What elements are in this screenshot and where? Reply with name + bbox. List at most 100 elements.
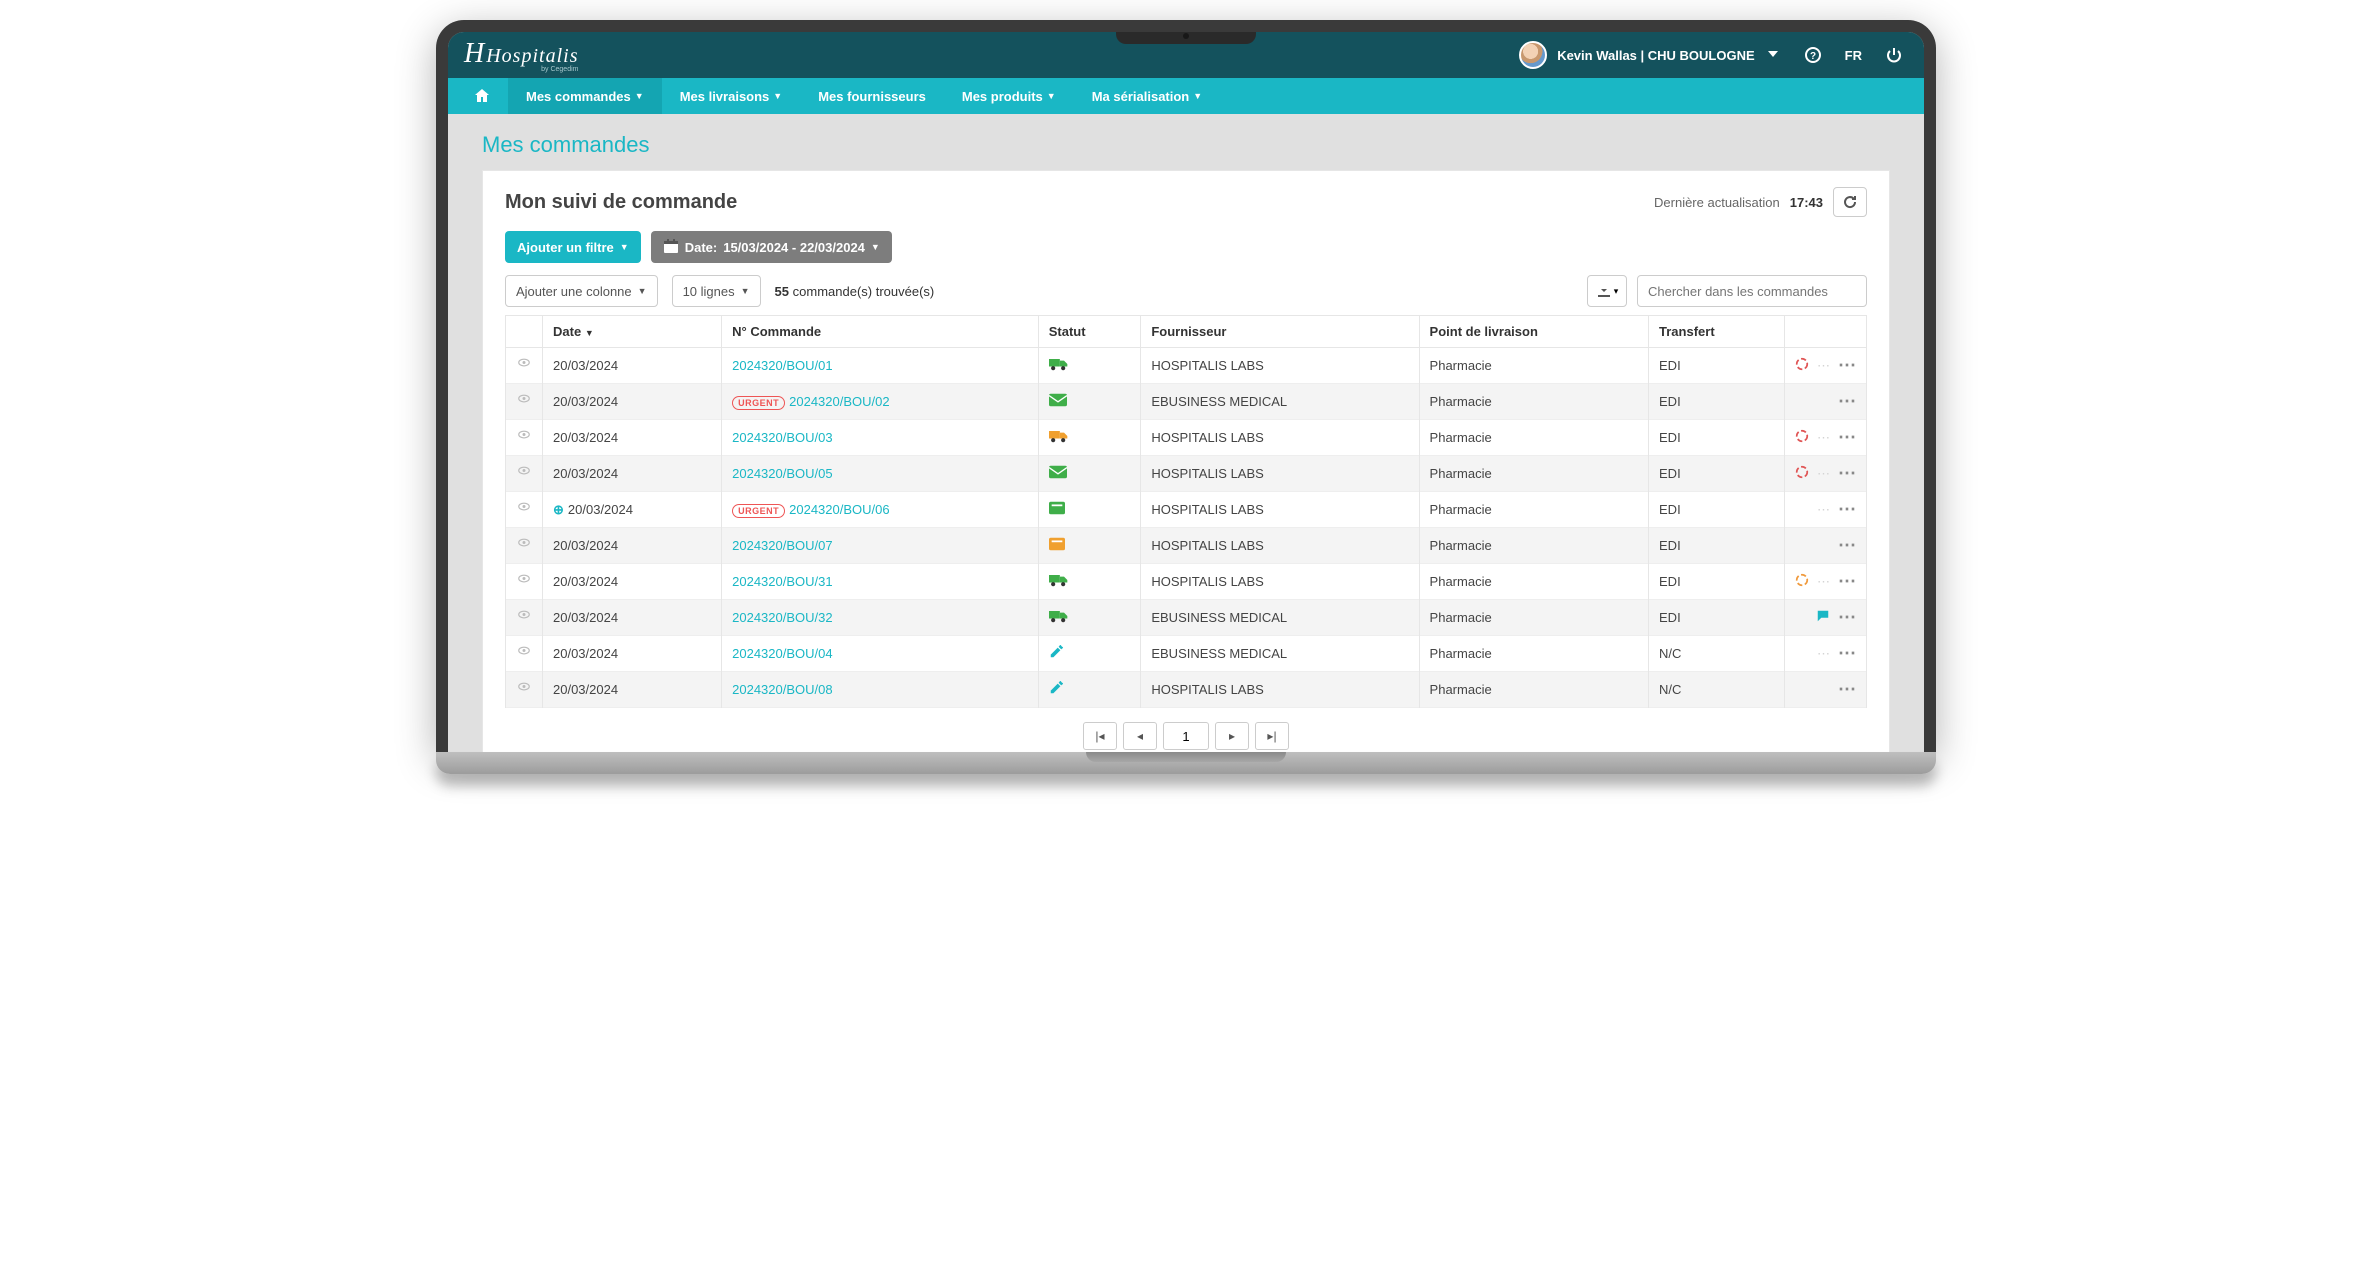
nav-home[interactable] bbox=[456, 78, 508, 114]
avatar bbox=[1519, 41, 1547, 69]
order-link[interactable]: 2024320/BOU/05 bbox=[732, 466, 832, 481]
view-row-button[interactable] bbox=[506, 636, 543, 672]
cell-supplier: HOSPITALIS LABS bbox=[1141, 492, 1419, 528]
cell-supplier: HOSPITALIS LABS bbox=[1141, 348, 1419, 384]
pager: |◂ ◂ ▸ ▸| bbox=[505, 722, 1867, 750]
view-row-button[interactable] bbox=[506, 492, 543, 528]
row-more-button[interactable]: ⋯ bbox=[1838, 355, 1856, 376]
row-more-button[interactable]: ⋯ bbox=[1838, 679, 1856, 700]
row-more-button[interactable]: ⋯ bbox=[1838, 571, 1856, 592]
pager-prev[interactable]: ◂ bbox=[1123, 722, 1157, 750]
cell-order: URGENT 2024320/BOU/06 bbox=[722, 492, 1039, 528]
orders-card: Mon suivi de commande Dernière actualisa… bbox=[482, 170, 1890, 752]
last-update-label: Dernière actualisation bbox=[1654, 195, 1780, 210]
nav-item-0[interactable]: Mes commandes▼ bbox=[508, 78, 662, 114]
table-row[interactable]: ⊕20/03/2024 URGENT2024320/BOU/06 HOSPITA… bbox=[506, 492, 1867, 528]
chevron-down-icon: ▼ bbox=[871, 242, 880, 252]
col-transfer[interactable]: Transfert bbox=[1649, 316, 1785, 348]
cell-order: 2024320/BOU/32 bbox=[722, 600, 1039, 636]
order-link[interactable]: 2024320/BOU/06 bbox=[789, 502, 889, 517]
view-row-button[interactable] bbox=[506, 420, 543, 456]
order-link[interactable]: 2024320/BOU/03 bbox=[732, 430, 832, 445]
cell-date: 20/03/2024 bbox=[543, 420, 722, 456]
results-count: 55 commande(s) trouvée(s) bbox=[775, 284, 935, 299]
refresh-button[interactable] bbox=[1833, 187, 1867, 217]
rows-label: 10 lignes bbox=[683, 284, 735, 299]
urgent-badge: URGENT bbox=[732, 396, 785, 410]
search-input[interactable] bbox=[1637, 275, 1867, 307]
nav-label: Ma sérialisation bbox=[1092, 89, 1190, 104]
brand-name: Hospitalis bbox=[486, 45, 578, 67]
svg-text:?: ? bbox=[1810, 51, 1816, 62]
table-row[interactable]: 20/03/2024 URGENT2024320/BOU/02 EBUSINES… bbox=[506, 384, 1867, 420]
cell-date: 20/03/2024 bbox=[543, 528, 722, 564]
row-more-button[interactable]: ⋯ bbox=[1838, 391, 1856, 412]
view-row-button[interactable] bbox=[506, 600, 543, 636]
col-date[interactable]: Date ▼ bbox=[543, 316, 722, 348]
table-row[interactable]: 20/03/2024 2024320/BOU/31 HOSPITALIS LAB… bbox=[506, 564, 1867, 600]
view-row-button[interactable] bbox=[506, 348, 543, 384]
pager-first[interactable]: |◂ bbox=[1083, 722, 1117, 750]
nav-label: Mes commandes bbox=[526, 89, 631, 104]
cell-order: 2024320/BOU/05 bbox=[722, 456, 1039, 492]
table-row[interactable]: 20/03/2024 2024320/BOU/05 HOSPITALIS LAB… bbox=[506, 456, 1867, 492]
pager-next[interactable]: ▸ bbox=[1215, 722, 1249, 750]
help-button[interactable]: ? bbox=[1799, 41, 1827, 69]
pager-last[interactable]: ▸| bbox=[1255, 722, 1289, 750]
table-row[interactable]: 20/03/2024 2024320/BOU/08 HOSPITALIS LAB… bbox=[506, 672, 1867, 708]
page-title: Mon suivi de commande bbox=[505, 191, 737, 214]
add-column-label: Ajouter une colonne bbox=[516, 284, 632, 299]
download-button[interactable]: ▾ bbox=[1587, 275, 1627, 307]
order-link[interactable]: 2024320/BOU/32 bbox=[732, 610, 832, 625]
order-link[interactable]: 2024320/BOU/31 bbox=[732, 574, 832, 589]
table-row[interactable]: 20/03/2024 2024320/BOU/32 EBUSINESS MEDI… bbox=[506, 600, 1867, 636]
table-row[interactable]: 20/03/2024 2024320/BOU/01 HOSPITALIS LAB… bbox=[506, 348, 1867, 384]
row-more-button[interactable]: ⋯ bbox=[1838, 643, 1856, 664]
order-link[interactable]: 2024320/BOU/04 bbox=[732, 646, 832, 661]
view-row-button[interactable] bbox=[506, 672, 543, 708]
order-link[interactable]: 2024320/BOU/07 bbox=[732, 538, 832, 553]
table-row[interactable]: 20/03/2024 2024320/BOU/07 HOSPITALIS LAB… bbox=[506, 528, 1867, 564]
col-supplier[interactable]: Fournisseur bbox=[1141, 316, 1419, 348]
last-update-time: 17:43 bbox=[1790, 195, 1823, 210]
col-status[interactable]: Statut bbox=[1038, 316, 1141, 348]
view-row-button[interactable] bbox=[506, 564, 543, 600]
nav-item-3[interactable]: Mes produits▼ bbox=[944, 78, 1074, 114]
nav-item-4[interactable]: Ma sérialisation▼ bbox=[1074, 78, 1220, 114]
pager-input[interactable] bbox=[1163, 722, 1209, 750]
user-menu[interactable]: Kevin Wallas | CHU BOULOGNE bbox=[1519, 41, 1780, 69]
view-row-button[interactable] bbox=[506, 528, 543, 564]
brand-logo[interactable]: H Hospitalis by Cegedim bbox=[464, 38, 578, 73]
urgent-badge: URGENT bbox=[732, 504, 785, 518]
cell-delivery: Pharmacie bbox=[1419, 420, 1648, 456]
view-row-button[interactable] bbox=[506, 384, 543, 420]
logout-button[interactable] bbox=[1880, 41, 1908, 69]
locale-switch[interactable]: FR bbox=[1845, 48, 1862, 63]
status-icon bbox=[1049, 429, 1069, 443]
expand-icon[interactable]: ⊕ bbox=[553, 502, 564, 517]
row-more-button[interactable]: ⋯ bbox=[1838, 499, 1856, 520]
table-row[interactable]: 20/03/2024 2024320/BOU/03 HOSPITALIS LAB… bbox=[506, 420, 1867, 456]
orders-table: Date ▼ N° Commande Statut Fournisseur Po… bbox=[505, 315, 1867, 708]
order-link[interactable]: 2024320/BOU/08 bbox=[732, 682, 832, 697]
add-column-select[interactable]: Ajouter une colonne ▼ bbox=[505, 275, 658, 307]
cell-order: 2024320/BOU/04 bbox=[722, 636, 1039, 672]
calendar-icon bbox=[663, 238, 679, 257]
row-more-button[interactable]: ⋯ bbox=[1838, 607, 1856, 628]
col-order-no[interactable]: N° Commande bbox=[722, 316, 1039, 348]
date-filter-button[interactable]: Date: 15/03/2024 - 22/03/2024 ▼ bbox=[651, 231, 892, 263]
row-more-button[interactable]: ⋯ bbox=[1838, 535, 1856, 556]
order-link[interactable]: 2024320/BOU/02 bbox=[789, 394, 889, 409]
row-more-button[interactable]: ⋯ bbox=[1838, 427, 1856, 448]
add-filter-button[interactable]: Ajouter un filtre ▼ bbox=[505, 231, 641, 263]
nav-item-1[interactable]: Mes livraisons▼ bbox=[662, 78, 801, 114]
row-more-button[interactable]: ⋯ bbox=[1838, 463, 1856, 484]
col-delivery[interactable]: Point de livraison bbox=[1419, 316, 1648, 348]
view-row-button[interactable] bbox=[506, 456, 543, 492]
rows-per-page-select[interactable]: 10 lignes ▼ bbox=[672, 275, 761, 307]
nav-item-2[interactable]: Mes fournisseurs bbox=[800, 78, 944, 114]
order-link[interactable]: 2024320/BOU/01 bbox=[732, 358, 832, 373]
cell-transfer: N/C bbox=[1649, 672, 1785, 708]
status-icon bbox=[1049, 501, 1069, 515]
table-row[interactable]: 20/03/2024 2024320/BOU/04 EBUSINESS MEDI… bbox=[506, 636, 1867, 672]
